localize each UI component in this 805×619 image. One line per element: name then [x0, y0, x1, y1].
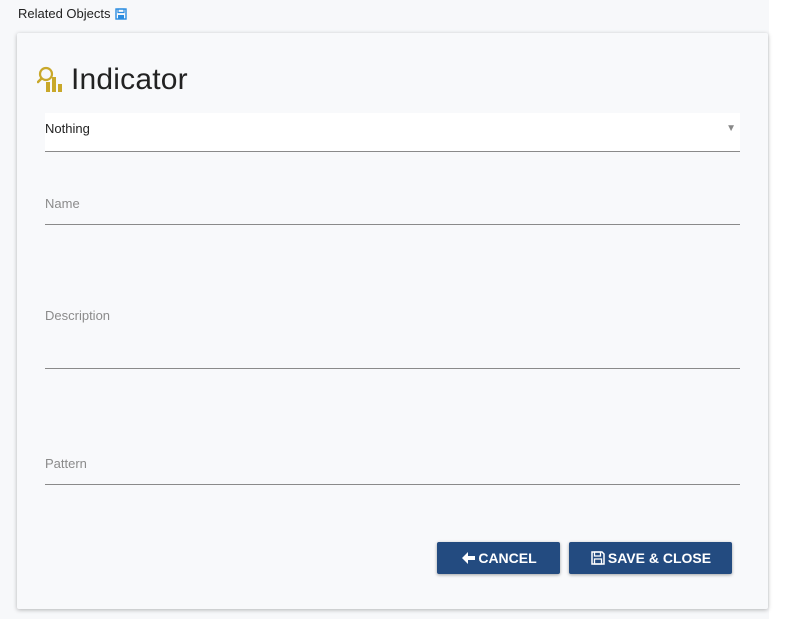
related-objects-header: Related Objects — [18, 6, 127, 21]
page-title: Indicator — [71, 63, 188, 96]
description-field[interactable]: Description — [45, 303, 740, 369]
save-icon — [590, 550, 606, 566]
related-objects-label: Related Objects — [18, 6, 111, 21]
save-icon[interactable] — [114, 7, 127, 20]
select-value: Nothing — [45, 121, 90, 136]
indicator-icon — [36, 65, 65, 95]
cancel-button[interactable]: CANCEL — [437, 542, 560, 574]
indicator-type-select[interactable]: Nothing ▼ — [45, 113, 740, 152]
save-close-button[interactable]: SAVE & CLOSE — [569, 542, 732, 574]
pattern-label: Pattern — [45, 456, 87, 471]
cancel-label: CANCEL — [478, 550, 537, 566]
chevron-down-icon: ▼ — [726, 123, 736, 134]
name-field[interactable]: Name — [45, 191, 740, 225]
description-label: Description — [45, 308, 111, 323]
name-label: Name — [45, 196, 80, 211]
save-close-label: SAVE & CLOSE — [607, 550, 712, 566]
arrow-left-icon — [460, 550, 476, 566]
indicator-card: Indicator Nothing ▼ Name Description Pat… — [17, 33, 768, 609]
card-header: Indicator — [36, 63, 188, 97]
pattern-field[interactable]: Pattern — [45, 451, 740, 485]
